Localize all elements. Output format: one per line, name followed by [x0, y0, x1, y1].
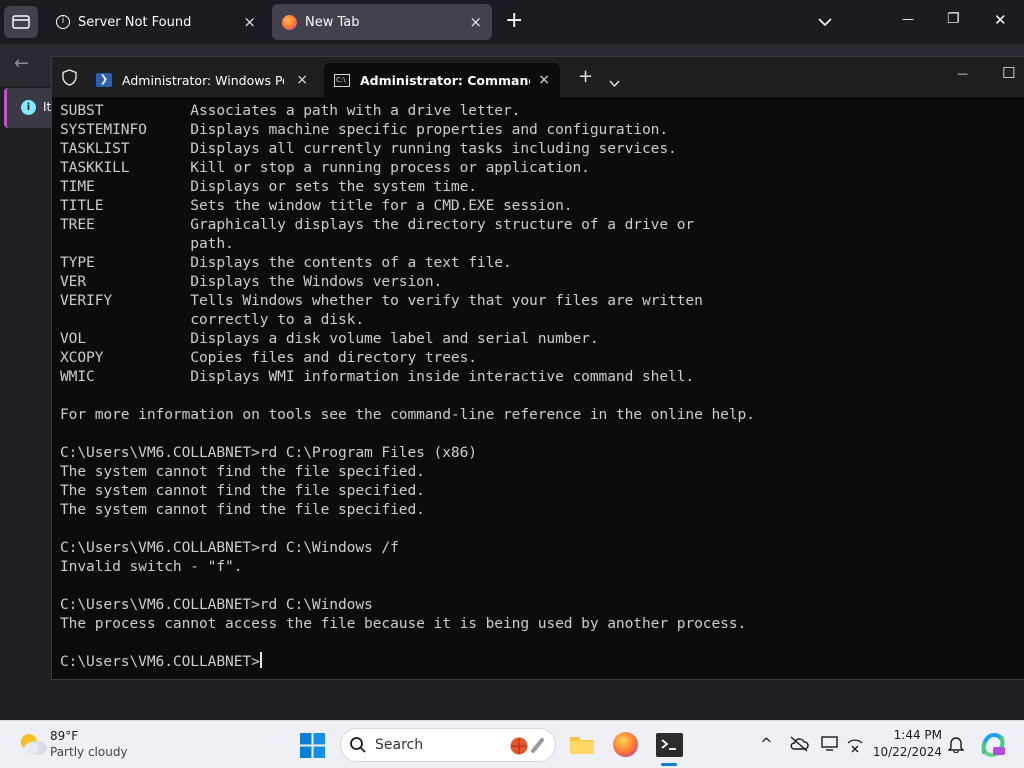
- terminal-output[interactable]: SUBST Associates a path with a drive let…: [60, 101, 1020, 677]
- info-icon: i: [21, 100, 36, 115]
- terminal-minimize-button[interactable]: —: [957, 67, 968, 80]
- terminal-line: XCOPY Copies files and directory trees.: [60, 349, 477, 366]
- terminal-line: C:\Users\VM6.COLLABNET>rd C:\Windows /f: [60, 539, 399, 556]
- new-terminal-tab-button[interactable]: +: [578, 66, 593, 87]
- tab-label: New Tab: [305, 14, 360, 30]
- show-hidden-icons-chevron[interactable]: ^: [760, 735, 773, 753]
- firefox-view-icon[interactable]: [4, 6, 38, 38]
- terminal-tab-powershell[interactable]: ❯ Administrator: Windows PowerShell ×: [86, 63, 318, 97]
- terminal-line: TASKKILL Kill or stop a running process …: [60, 159, 590, 176]
- shield-icon: [62, 69, 77, 90]
- chevron-down-icon[interactable]: [818, 12, 832, 31]
- onedrive-icon[interactable]: [789, 736, 809, 756]
- terminal-taskbar-icon[interactable]: [656, 733, 683, 761]
- profile-dropdown-icon[interactable]: [609, 73, 620, 92]
- terminal-line: TYPE Displays the contents of a text fil…: [60, 254, 512, 271]
- terminal-prompt: C:\Users\VM6.COLLABNET>: [60, 653, 260, 670]
- terminal-line: TIME Displays or sets the system time.: [60, 178, 477, 195]
- weather-widget[interactable]: 89°F Partly cloudy: [14, 727, 154, 763]
- restore-button[interactable]: ❐: [947, 11, 960, 27]
- terminal-line: TASKLIST Displays all currently running …: [60, 140, 677, 157]
- notification-text: It: [43, 100, 52, 114]
- weather-condition: Partly cloudy: [50, 745, 128, 759]
- text-cursor: [259, 652, 262, 668]
- browser-tab-new-tab[interactable]: New Tab ×: [272, 4, 492, 40]
- terminal-line: correctly to a disk.: [60, 311, 365, 328]
- windows-start-icon[interactable]: [300, 733, 325, 762]
- taskbar: 89°F Partly cloudy Search ^ 1:44 PM 10/2…: [0, 720, 1024, 768]
- clock-date[interactable]: 10/22/2024: [872, 745, 942, 759]
- browser-notification-bar: i It: [4, 88, 52, 128]
- terminal-line: TITLE Sets the window title for a CMD.EX…: [60, 197, 573, 214]
- browser-tab-server-not-found[interactable]: i Server Not Found ×: [46, 4, 266, 40]
- terminal-line: The system cannot find the file specifie…: [60, 482, 425, 499]
- terminal-line: The system cannot find the file specifie…: [60, 501, 425, 518]
- firefox-taskbar-icon[interactable]: [613, 732, 638, 757]
- terminal-line: The process cannot access the file becau…: [60, 615, 747, 632]
- terminal-line: The system cannot find the file specifie…: [60, 463, 425, 480]
- search-icon: [349, 736, 367, 758]
- notification-bell-icon[interactable]: [947, 735, 965, 757]
- minimize-button[interactable]: —: [902, 12, 914, 26]
- tab-label: Administrator: Windows PowerShell: [122, 72, 284, 88]
- back-icon[interactable]: ←: [14, 53, 29, 74]
- copilot-icon[interactable]: [980, 732, 1006, 762]
- terminal-prompt-line[interactable]: C:\Users\VM6.COLLABNET>: [60, 652, 1020, 671]
- browser-tab-bar: i Server Not Found × New Tab × + — ❐ ✕: [0, 0, 1024, 44]
- active-app-indicator: [661, 763, 677, 766]
- close-button[interactable]: ✕: [994, 11, 1007, 29]
- terminal-line: For more information on tools see the co…: [60, 406, 755, 423]
- terminal-line: C:\Users\VM6.COLLABNET>rd C:\Windows: [60, 596, 373, 613]
- command-prompt-icon: C:\: [334, 73, 350, 87]
- close-icon[interactable]: ×: [538, 72, 550, 88]
- close-icon[interactable]: ×: [243, 13, 256, 31]
- search-placeholder: Search: [375, 737, 424, 753]
- powershell-icon: ❯: [96, 73, 112, 87]
- tab-label: Administrator: Command Pro: [360, 72, 530, 88]
- tab-label: Server Not Found: [78, 14, 192, 30]
- terminal-line: VERIFY Tells Windows whether to verify t…: [60, 292, 703, 309]
- terminal-line: path.: [60, 235, 234, 252]
- close-icon[interactable]: ×: [296, 72, 308, 88]
- terminal-line: WMIC Displays WMI information inside int…: [60, 368, 695, 385]
- terminal-line: SUBST Associates a path with a drive let…: [60, 102, 521, 119]
- firefox-icon: [282, 14, 297, 30]
- weather-temperature: 89°F: [50, 729, 79, 743]
- display-icon[interactable]: [821, 735, 839, 757]
- terminal-tab-bar: ❯ Administrator: Windows PowerShell × C:…: [52, 57, 1024, 97]
- terminal-maximize-button[interactable]: ☐: [1002, 64, 1015, 82]
- terminal-tab-command-prompt[interactable]: C:\ Administrator: Command Pro ×: [324, 63, 560, 97]
- info-icon: i: [56, 15, 70, 29]
- terminal-line: TREE Graphically displays the directory …: [60, 216, 695, 233]
- search-highlight-icon: [509, 736, 549, 760]
- terminal-line: Invalid switch - "f".: [60, 558, 243, 575]
- terminal-line: VER Displays the Windows version.: [60, 273, 443, 290]
- close-icon[interactable]: ×: [469, 13, 482, 31]
- new-tab-button[interactable]: +: [505, 8, 523, 33]
- network-disconnected-icon[interactable]: [847, 737, 863, 757]
- terminal-line: SYSTEMINFO Displays machine specific pro…: [60, 121, 669, 138]
- terminal-line: VOL Displays a disk volume label and ser…: [60, 330, 599, 347]
- terminal-line: C:\Users\VM6.COLLABNET>rd C:\Program Fil…: [60, 444, 477, 461]
- terminal-window: ❯ Administrator: Windows PowerShell × C:…: [51, 56, 1024, 680]
- partly-cloudy-icon: [18, 731, 48, 761]
- clock-time[interactable]: 1:44 PM: [880, 728, 942, 742]
- file-explorer-icon[interactable]: [569, 733, 595, 759]
- taskbar-search-box[interactable]: Search: [340, 728, 556, 762]
